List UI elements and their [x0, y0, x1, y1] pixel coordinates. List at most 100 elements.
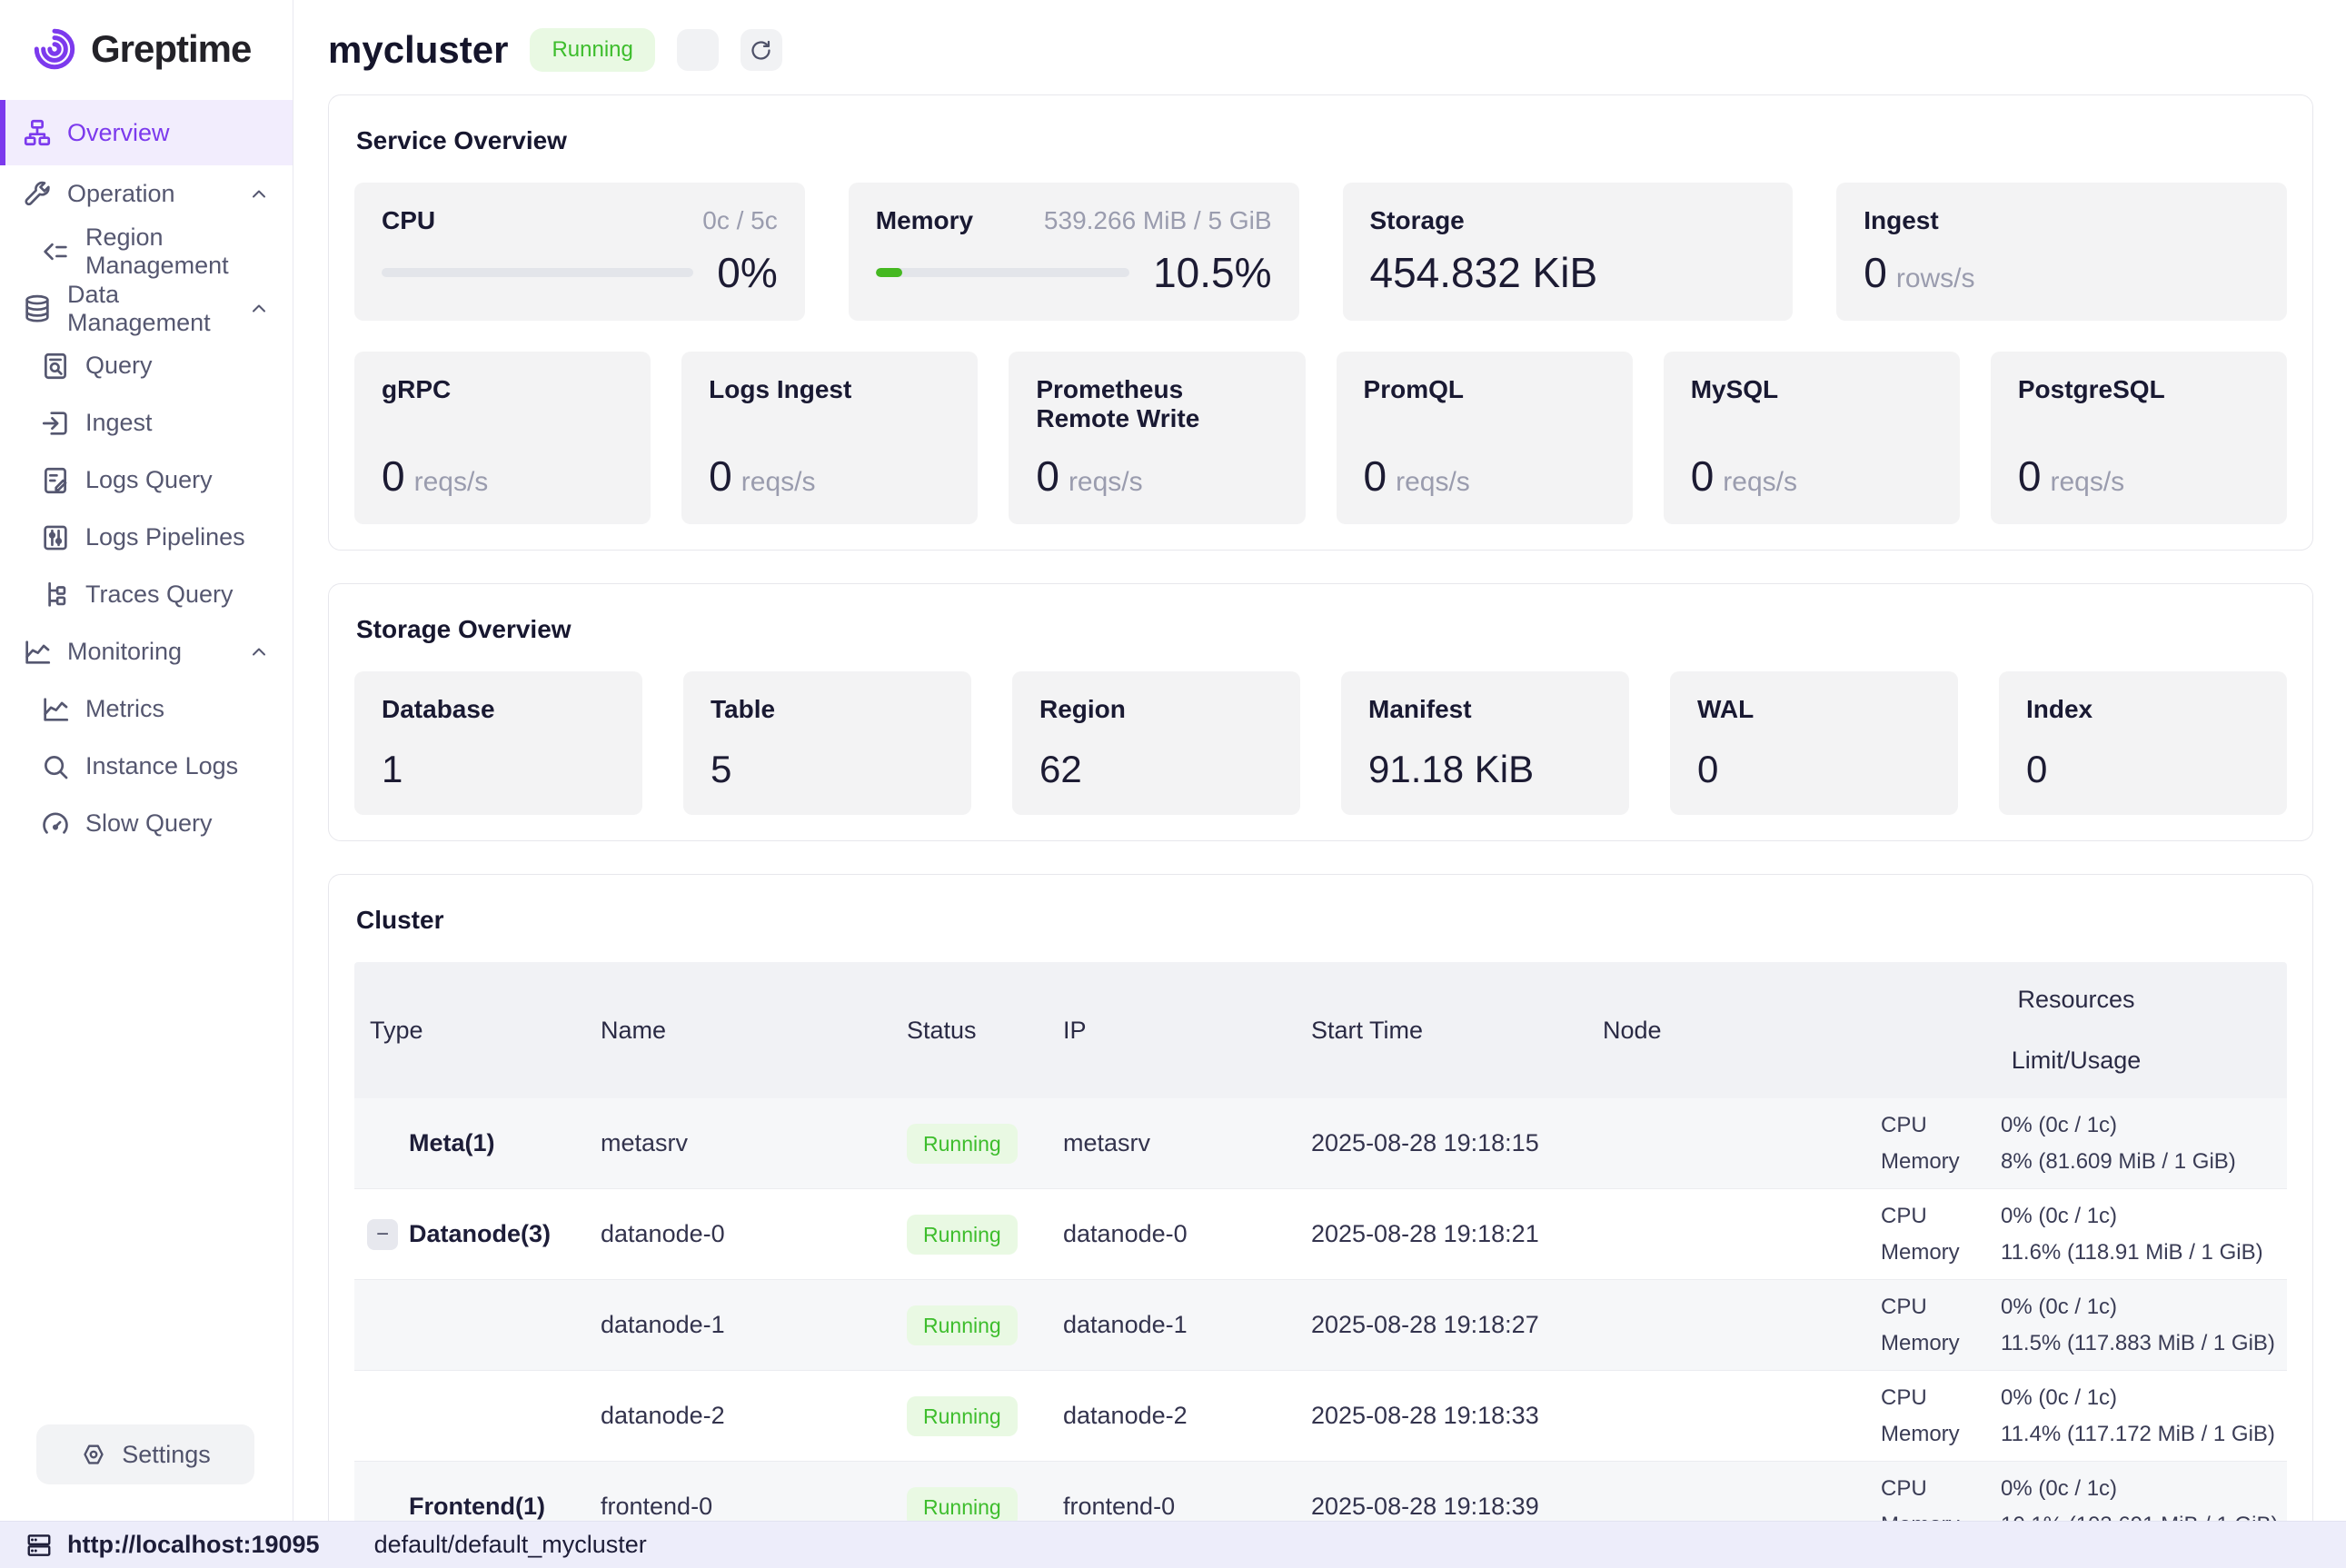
cluster-title: Cluster [356, 906, 2287, 935]
greptime-spiral-icon [31, 25, 78, 73]
sidebar-group-operation[interactable]: Operation [0, 165, 293, 223]
search-icon [40, 751, 71, 782]
storage-label: Storage [1370, 206, 1766, 235]
table-row-datanode-1[interactable]: datanode-1 Running datanode-1 2025-08-28… [354, 1280, 2287, 1371]
row-type-group: − Datanode(3) [354, 1219, 585, 1250]
table-row-datanode-2[interactable]: datanode-2 Running datanode-2 2025-08-28… [354, 1371, 2287, 1462]
mysql-label: MySQL [1691, 375, 1933, 404]
cpu-percent: 0% [717, 248, 777, 297]
table-row-frontend-0[interactable]: Frontend(1) frontend-0 Running frontend-… [354, 1462, 2287, 1521]
blank-action-button[interactable] [677, 29, 719, 71]
collapse-toggle-button[interactable]: − [367, 1219, 398, 1250]
sidebar-item-region-management[interactable]: Region Management [0, 223, 293, 280]
row-type: Frontend(1) [354, 1493, 585, 1521]
prometheus-remote-write-card: Prometheus Remote Write 0reqs/s [1009, 352, 1305, 524]
chevron-up-icon[interactable] [244, 184, 274, 205]
endpoint-url[interactable]: http://localhost:19095 [67, 1531, 320, 1559]
memory-progress-track [876, 268, 1129, 277]
promql-label: PromQL [1364, 375, 1605, 404]
row-resources: CPU0% (0c / 1c) Memory11.5% (117.883 MiB… [1865, 1295, 2287, 1356]
sidebar-item-label: Logs Pipelines [85, 523, 245, 551]
service-overview-section: Service Overview CPU 0c / 5c 0% [328, 94, 2313, 551]
region-card: Region 62 [1012, 671, 1300, 815]
status-bar: http://localhost:19095 default/default_m… [0, 1521, 2346, 1568]
database-value: 1 [382, 748, 615, 791]
row-status-badge: Running [907, 1215, 1018, 1255]
sidebar-item-instance-logs[interactable]: Instance Logs [0, 738, 293, 795]
mysql-card: MySQL 0 reqs/s [1664, 352, 1960, 524]
sidebar-item-query[interactable]: Query [0, 337, 293, 394]
grpc-unit: reqs/s [414, 467, 489, 497]
database-card: Database 1 [354, 671, 642, 815]
sidebar-item-label: Query [85, 352, 153, 380]
memory-card: Memory 539.266 MiB / 5 GiB 10.5% [849, 183, 1299, 321]
memory-res-label: Memory [1881, 1513, 2001, 1522]
storage-overview-title: Storage Overview [356, 615, 2287, 644]
row-ip: metasrv [1048, 1129, 1296, 1157]
index-label: Index [2026, 695, 2260, 724]
row-name: datanode-2 [585, 1402, 891, 1430]
kpi-card-row: CPU 0c / 5c 0% Memory 539.266 MiB / 5 Gi… [354, 183, 2287, 321]
cpu-limit: 0c / 5c [702, 206, 777, 235]
row-name: frontend-0 [585, 1493, 891, 1521]
memory-res-value: 11.4% (117.172 MiB / 1 GiB) [2001, 1422, 2287, 1447]
row-status-badge: Running [907, 1305, 1018, 1345]
table-row-meta[interactable]: Meta(1) metasrv Running metasrv 2025-08-… [354, 1098, 2287, 1189]
database-icon [22, 293, 53, 324]
memory-res-value: 10.1% (103.691 MiB / 1 GiB) [2001, 1513, 2287, 1522]
settings-label: Settings [122, 1441, 211, 1469]
cluster-table: Type Name Status IP Start Time Node Reso… [354, 962, 2287, 1521]
cpu-res-value: 0% (0c / 1c) [2001, 1204, 2287, 1229]
sidebar-item-label: Instance Logs [85, 752, 238, 780]
table-row-datanode-0[interactable]: − Datanode(3) datanode-0 Running datanod… [354, 1189, 2287, 1280]
sidebar-item-overview[interactable]: Overview [0, 100, 293, 165]
refresh-button[interactable] [741, 29, 782, 71]
row-resources: CPU0% (0c / 1c) Memory11.4% (117.172 MiB… [1865, 1385, 2287, 1447]
sidebar-item-label: Metrics [85, 695, 164, 723]
chevron-up-icon[interactable] [244, 298, 274, 320]
row-start-time: 2025-08-28 19:18:15 [1296, 1129, 1587, 1157]
sidebar-nav: Overview Operation Region Management Dat… [0, 100, 293, 852]
mysql-value: 0 [1691, 452, 1715, 500]
sidebar-item-label: Region Management [85, 223, 274, 280]
postgresql-label: PostgreSQL [2018, 375, 2260, 404]
cpu-progress-track [382, 268, 693, 277]
manifest-value: 91.18 KiB [1368, 748, 1602, 791]
current-database[interactable]: default/default_mycluster [374, 1531, 647, 1559]
row-resources: CPU0% (0c / 1c) Memory11.6% (118.91 MiB … [1865, 1204, 2287, 1265]
file-search-icon [40, 351, 71, 382]
col-node: Node [1587, 1017, 1865, 1045]
storage-card-row: Database 1 Table 5 Region 62 Manifest 91… [354, 671, 2287, 815]
sidebar-group-data-management[interactable]: Data Management [0, 280, 293, 337]
sitemap-icon [22, 117, 53, 148]
chevron-up-icon[interactable] [244, 641, 274, 663]
sidebar-item-logs-query[interactable]: Logs Query [0, 452, 293, 509]
refresh-icon [749, 38, 773, 63]
sidebar-item-traces-query[interactable]: Traces Query [0, 566, 293, 623]
row-status-badge: Running [907, 1487, 1018, 1521]
mysql-unit: reqs/s [1723, 467, 1797, 497]
postgresql-unit: reqs/s [2050, 467, 2124, 497]
sidebar-item-label: Operation [67, 180, 175, 208]
sidebar-group-monitoring[interactable]: Monitoring [0, 623, 293, 680]
file-edit-icon [40, 465, 71, 496]
sidebar-item-slow-query[interactable]: Slow Query [0, 795, 293, 852]
sidebar-item-label: Traces Query [85, 581, 234, 609]
storage-overview-section: Storage Overview Database 1 Table 5 Regi… [328, 583, 2313, 841]
sidebar-item-metrics[interactable]: Metrics [0, 680, 293, 738]
storage-card: Storage 454.832 KiB [1343, 183, 1794, 321]
region-arrow-icon [40, 236, 71, 267]
cpu-res-value: 0% (0c / 1c) [2001, 1476, 2287, 1502]
memory-percent: 10.5% [1153, 248, 1271, 297]
settings-button[interactable]: Settings [36, 1424, 254, 1484]
row-name: datanode-1 [585, 1311, 891, 1339]
sidebar-item-ingest[interactable]: Ingest [0, 394, 293, 452]
row-name: datanode-0 [585, 1220, 891, 1248]
cpu-res-label: CPU [1881, 1295, 2001, 1320]
index-value: 0 [2026, 748, 2260, 791]
app-window: Greptime Overview Operation Region Manag… [0, 0, 2346, 1521]
logo-wordmark: Greptime [91, 27, 251, 71]
sidebar-item-logs-pipelines[interactable]: Logs Pipelines [0, 509, 293, 566]
cpu-res-value: 0% (0c / 1c) [2001, 1113, 2287, 1138]
memory-progress-fill [876, 268, 902, 277]
